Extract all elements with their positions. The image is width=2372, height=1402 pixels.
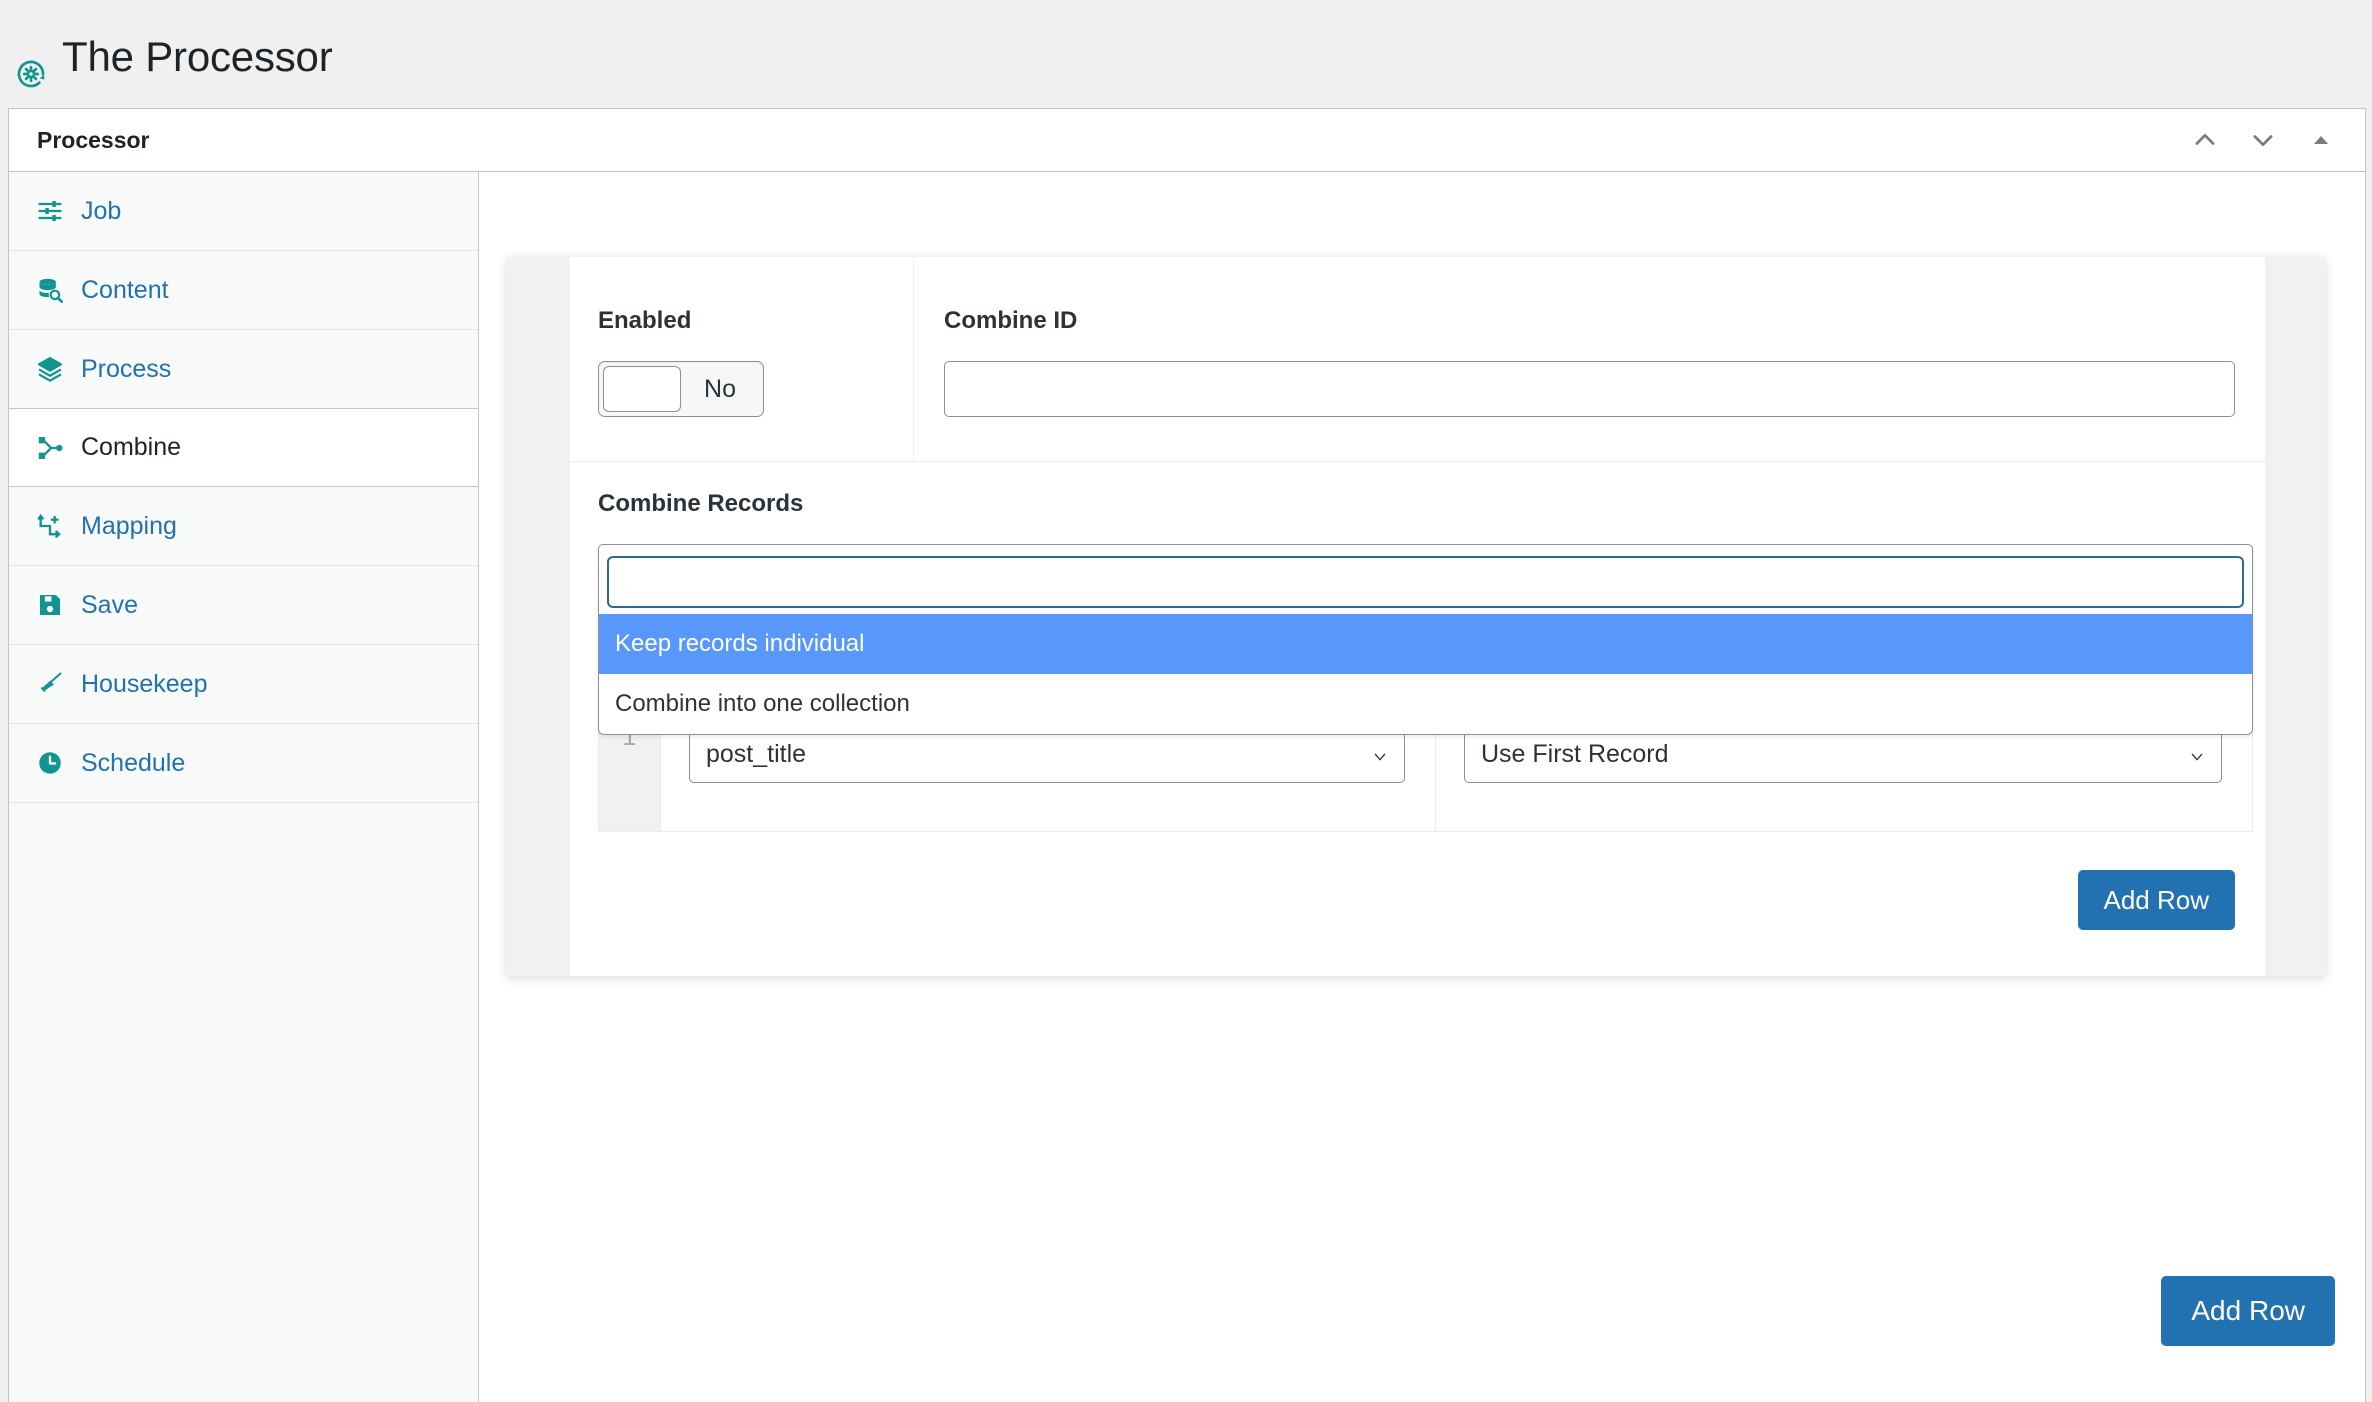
gear-refresh-icon [14, 57, 48, 91]
dropdown-search-input[interactable] [607, 556, 2244, 608]
dropdown-search-wrap [599, 548, 2252, 614]
page-title: The Processor [62, 36, 333, 78]
outer-footer: Add Row [2161, 1276, 2335, 1346]
dropdown-option-combine-collection[interactable]: Combine into one collection [599, 674, 2252, 734]
toggle-knob [603, 366, 681, 412]
settings-content: Enabled No Combine ID C [479, 172, 2365, 1402]
panel-title: Processor [37, 127, 2179, 154]
sidebar-item-label: Housekeep [81, 672, 207, 697]
database-search-icon [35, 275, 65, 305]
sidebar-item-label: Process [81, 357, 171, 382]
sidebar-item-schedule[interactable]: Schedule [9, 724, 478, 803]
toggle-panel-icon[interactable] [2295, 114, 2347, 166]
enabled-toggle[interactable]: No [598, 361, 764, 417]
panel-header: Processor [9, 109, 2365, 172]
sliders-icon [35, 196, 65, 226]
sidebar-item-combine[interactable]: Combine [9, 408, 478, 487]
map-arrows-icon [35, 511, 65, 541]
merge-nodes-icon [35, 433, 65, 463]
combine-settings-card: Enabled No Combine ID C [507, 257, 2325, 976]
combine-id-input[interactable] [944, 361, 2235, 417]
settings-nav: Job Content [9, 172, 479, 1402]
sidebar-item-label: Combine [81, 435, 181, 460]
sidebar-item-save[interactable]: Save [9, 566, 478, 645]
sidebar-item-job[interactable]: Job [9, 172, 478, 251]
add-row-button-inner[interactable]: Add Row [2078, 870, 2236, 930]
card-main: Enabled No Combine ID C [570, 257, 2265, 976]
chevron-down-icon [1372, 749, 1388, 765]
sidebar-item-label: Save [81, 593, 138, 618]
sidebar-item-label: Content [81, 278, 169, 303]
combine-records-dropdown: Keep records individual Combine into one… [598, 548, 2253, 735]
sidebar-item-label: Mapping [81, 514, 177, 539]
combine-id-label: Combine ID [944, 309, 2235, 333]
panel-handle-actions [2179, 114, 2347, 166]
dropdown-option-keep-individual[interactable]: Keep records individual [599, 614, 2252, 674]
enabled-label: Enabled [598, 309, 913, 333]
broom-icon [35, 669, 65, 699]
combine-id-field-group: Combine ID [914, 257, 2265, 461]
enabled-field-group: Enabled No [570, 257, 914, 461]
layers-icon [35, 354, 65, 384]
sidebar-item-label: Job [81, 199, 121, 224]
combine-records-label: Combine Records [598, 492, 2235, 516]
chevron-down-icon [2189, 749, 2205, 765]
sidebar-item-mapping[interactable]: Mapping [9, 487, 478, 566]
add-row-button-outer[interactable]: Add Row [2161, 1276, 2335, 1346]
sidebar-item-housekeep[interactable]: Housekeep [9, 645, 478, 724]
floppy-disk-icon [35, 590, 65, 620]
page-header: The Processor [0, 0, 2372, 108]
move-up-icon[interactable] [2179, 114, 2231, 166]
dropdown-option-label: Keep records individual [615, 630, 864, 658]
combine-method-value: Use First Record [1481, 740, 1669, 769]
toggle-state-text: No [681, 377, 759, 402]
card-right-gutter [2265, 257, 2325, 976]
card-footer: Add Row [570, 832, 2265, 976]
sidebar-item-process[interactable]: Process [9, 330, 478, 409]
sidebar-item-content[interactable]: Content [9, 251, 478, 330]
clock-icon [35, 748, 65, 778]
dropdown-option-label: Combine into one collection [615, 690, 910, 718]
move-down-icon[interactable] [2237, 114, 2289, 166]
sidebar-filler [9, 803, 478, 1402]
combine-records-group: Combine Records Keep records individual … [570, 462, 2265, 600]
sidebar-item-label: Schedule [81, 751, 185, 776]
processor-panel: Processor [8, 108, 2366, 1402]
panel-body: Job Content [9, 172, 2365, 1402]
top-fields-row: Enabled No Combine ID [570, 257, 2265, 462]
input-field-value: post_title [706, 740, 806, 769]
card-left-gutter [507, 257, 570, 976]
